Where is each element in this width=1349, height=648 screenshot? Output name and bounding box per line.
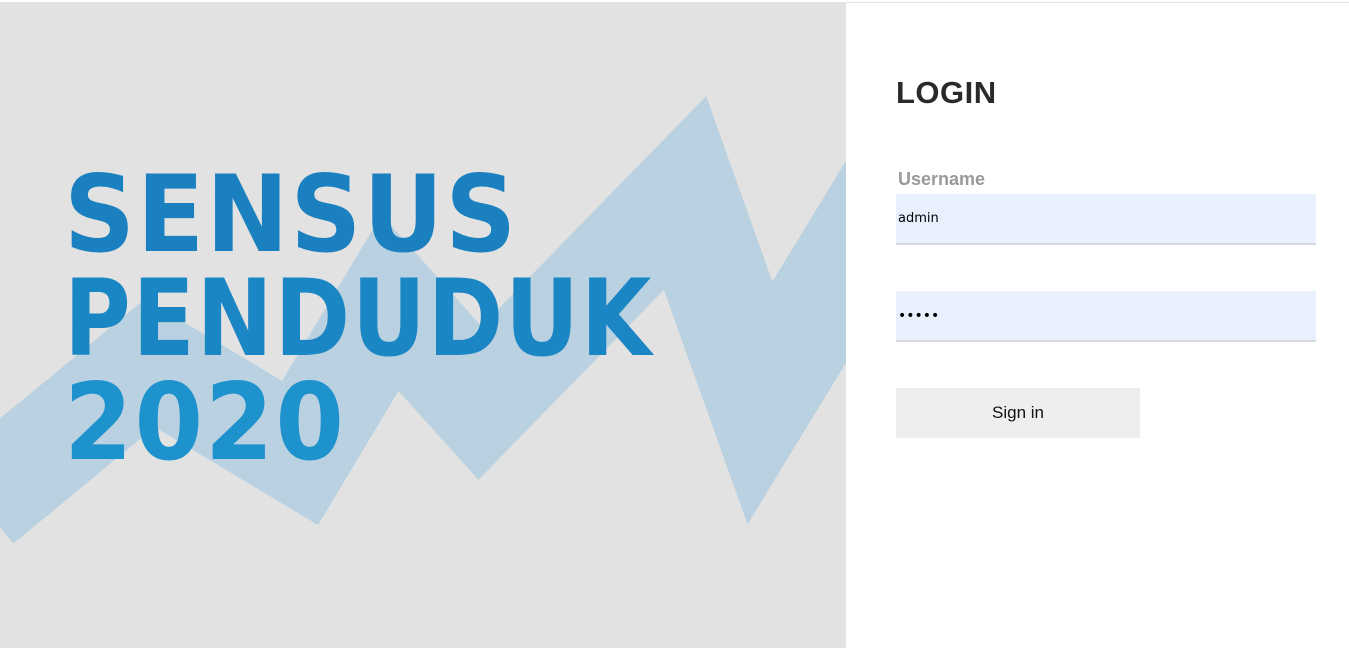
hero-banner: SENSUS PENDUDUK 2020 <box>0 3 846 648</box>
username-input[interactable] <box>896 194 1316 245</box>
login-title: LOGIN <box>896 75 997 110</box>
password-input[interactable] <box>896 291 1316 342</box>
hero-line-3: 2020 <box>64 361 346 484</box>
hero-line-1: SENSUS <box>64 153 519 276</box>
login-page: SENSUS PENDUDUK 2020 LOGIN Username Sign… <box>0 0 1349 648</box>
hero-title: SENSUS PENDUDUK 2020 <box>64 153 749 484</box>
sign-in-button[interactable]: Sign in <box>896 388 1140 438</box>
login-form: LOGIN Username Sign in <box>846 3 1349 648</box>
hero-line-2: PENDUDUK <box>64 257 654 380</box>
username-label: Username <box>898 169 986 189</box>
